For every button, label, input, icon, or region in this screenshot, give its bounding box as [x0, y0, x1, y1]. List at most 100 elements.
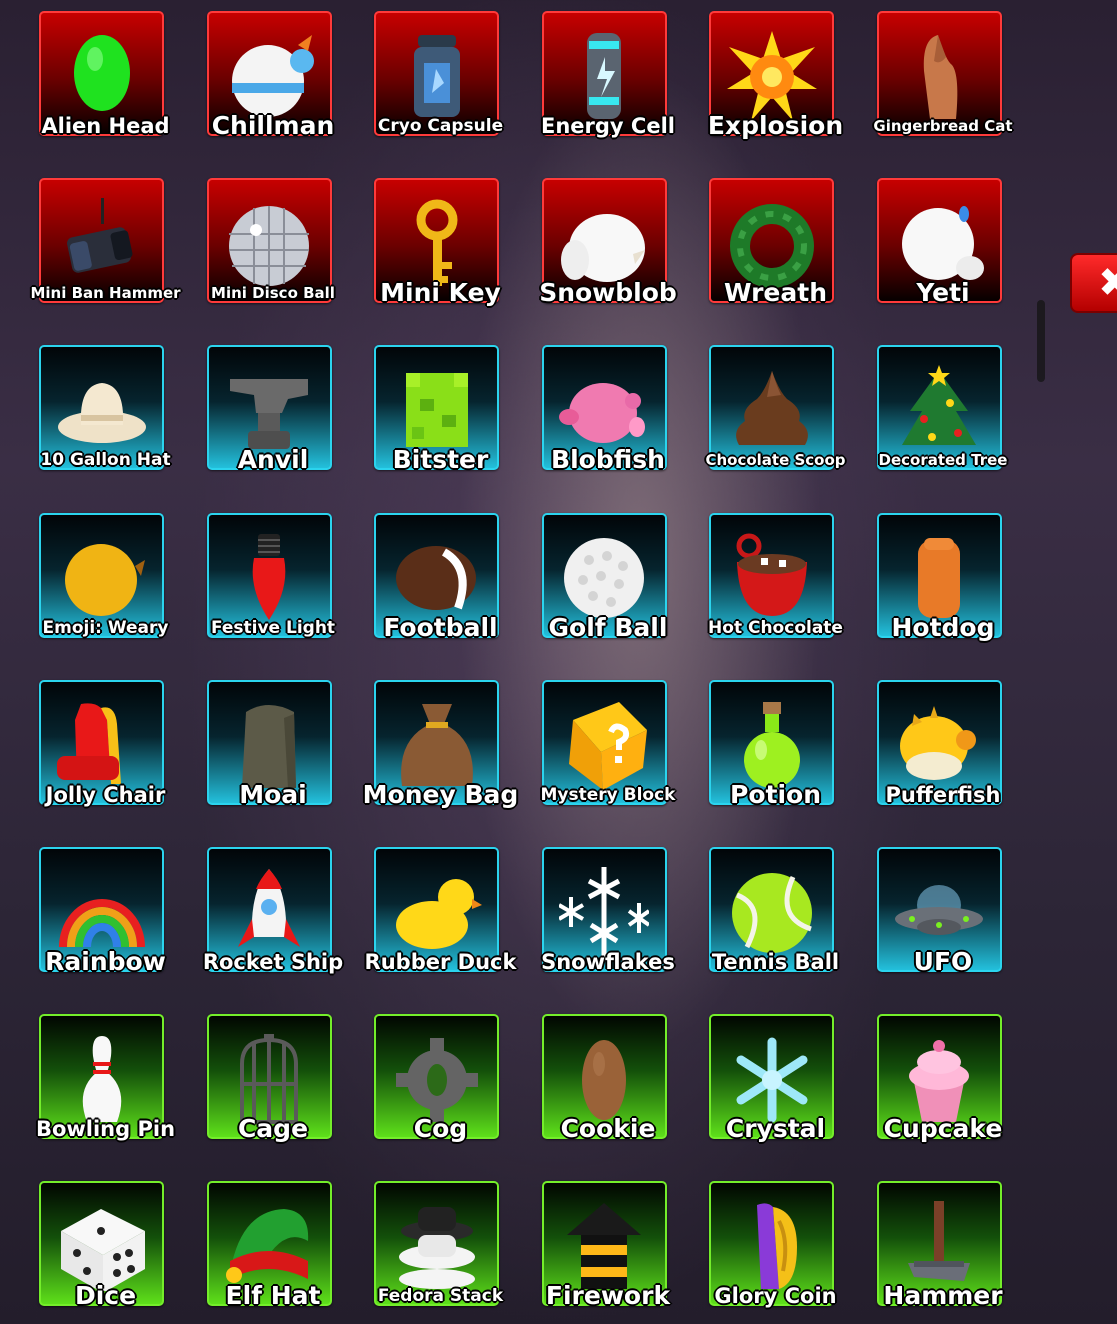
item-label: Festive Light	[210, 617, 336, 638]
item-label: Snowflakes	[541, 949, 675, 974]
item-label: Cage	[237, 1114, 309, 1144]
item-cell[interactable]: Cookie	[525, 1012, 692, 1179]
item-cell[interactable]: Mini Disco Ball	[190, 176, 357, 343]
item-cell[interactable]: Festive Light	[190, 511, 357, 678]
item-label: Decorated Tree	[878, 451, 1008, 470]
item-cell[interactable]: Gingerbread Cat	[860, 9, 1027, 176]
item-cell[interactable]: UFO	[860, 845, 1027, 1012]
item-label: Cog	[413, 1114, 468, 1144]
item-cell[interactable]: Hammer	[860, 1179, 1027, 1324]
item-cell[interactable]: Mini Key	[357, 176, 524, 343]
item-cell[interactable]: Snowblob	[525, 176, 692, 343]
item-label: Rainbow	[45, 946, 166, 976]
item-label: Money Bag	[362, 779, 519, 809]
item-label: Dice	[74, 1281, 137, 1311]
item-label: 10 Gallon Hat	[40, 450, 171, 471]
item-label: Crystal	[725, 1114, 826, 1144]
item-label: Hotdog	[891, 612, 995, 642]
item-cell[interactable]: Hot Chocolate	[692, 511, 859, 678]
item-grid: Alien Head Chillman Cryo Capsule Energy Cel…	[22, 9, 1027, 1324]
item-cell[interactable]: Wreath	[692, 176, 859, 343]
item-cell[interactable]: Explosion	[692, 9, 859, 176]
item-label: Yeti	[916, 278, 970, 308]
item-label: Chocolate Scoop	[705, 451, 846, 470]
item-cell[interactable]: Cryo Capsule	[357, 9, 524, 176]
item-cell[interactable]: Cage	[190, 1012, 357, 1179]
item-cell[interactable]: Rubber Duck	[357, 845, 524, 1012]
item-label: Anvil	[237, 445, 309, 475]
item-cell[interactable]: Snowflakes	[525, 845, 692, 1012]
item-cell[interactable]: Money Bag	[357, 678, 524, 845]
item-cell[interactable]: Cupcake	[860, 1012, 1027, 1179]
item-label: Glory Coin	[714, 1284, 837, 1309]
item-cell[interactable]: Anvil	[190, 343, 357, 510]
item-cell[interactable]: Tennis Ball	[692, 845, 859, 1012]
item-cell[interactable]: Crystal	[692, 1012, 859, 1179]
item-cell[interactable]: Potion	[692, 678, 859, 845]
item-label: Rubber Duck	[364, 949, 517, 974]
item-label: Potion	[730, 779, 821, 809]
item-label: Hammer	[883, 1281, 1003, 1311]
item-label: Alien Head	[41, 114, 170, 138]
item-label: Rocket Ship	[202, 949, 344, 974]
item-label: Snowblob	[539, 278, 677, 308]
item-cell[interactable]: Alien Head	[22, 9, 189, 176]
item-cell[interactable]: Glory Coin	[692, 1179, 859, 1324]
item-cell[interactable]: Chillman	[190, 9, 357, 176]
item-cell[interactable]: Rainbow	[22, 845, 189, 1012]
item-label: Gingerbread Cat	[873, 117, 1013, 135]
item-label: Golf Ball	[548, 612, 668, 642]
item-cell[interactable]: Decorated Tree	[860, 343, 1027, 510]
item-cell[interactable]: Dice	[22, 1179, 189, 1324]
item-label: UFO	[913, 946, 973, 976]
item-cell[interactable]: Jolly Chair	[22, 678, 189, 845]
item-cell[interactable]: Yeti	[860, 176, 1027, 343]
item-cell[interactable]: Rocket Ship	[190, 845, 357, 1012]
close-button[interactable]: ✖	[1070, 253, 1117, 313]
item-cell[interactable]: Bitster	[357, 343, 524, 510]
item-label: Explosion	[707, 111, 844, 140]
item-label: Bitster	[392, 445, 489, 475]
item-label: Emoji: Weary	[42, 617, 169, 638]
item-cell[interactable]: Mini Ban Hammer	[22, 176, 189, 343]
item-label: Cupcake	[883, 1114, 1003, 1144]
item-label: Cookie	[560, 1114, 656, 1144]
item-label: Bowling Pin	[35, 1117, 176, 1142]
item-cell[interactable]: 10 Gallon Hat	[22, 343, 189, 510]
item-cell[interactable]: Emoji: Weary	[22, 511, 189, 678]
item-label: Energy Cell	[541, 114, 675, 138]
item-label: Pufferfish	[885, 782, 1001, 807]
item-label: Moai	[239, 779, 307, 809]
item-cell[interactable]: Pufferfish	[860, 678, 1027, 845]
item-cell[interactable]: Energy Cell	[525, 9, 692, 176]
item-cell[interactable]: Elf Hat	[190, 1179, 357, 1324]
item-label: Mystery Block	[540, 784, 676, 805]
item-label: Firework	[545, 1281, 671, 1311]
item-cell[interactable]: Fedora Stack	[357, 1179, 524, 1324]
item-label: Mini Ban Hammer	[30, 284, 181, 303]
item-cell[interactable]: Hotdog	[860, 511, 1027, 678]
item-label: Mini Key	[380, 278, 501, 308]
close-icon: ✖	[1098, 260, 1117, 306]
item-cell[interactable]: Bowling Pin	[22, 1012, 189, 1179]
item-cell[interactable]: Mystery Block	[525, 678, 692, 845]
item-label: Hot Chocolate	[708, 617, 843, 638]
item-label: Blobfish	[551, 445, 665, 475]
item-label: Chillman	[211, 111, 335, 140]
item-label: Tennis Ball	[711, 949, 840, 974]
item-cell[interactable]: Moai	[190, 678, 357, 845]
item-label: Elf Hat	[225, 1281, 321, 1311]
item-label: Mini Disco Ball	[211, 284, 335, 303]
item-label: Fedora Stack	[377, 1286, 504, 1307]
item-cell[interactable]: Golf Ball	[525, 511, 692, 678]
item-cell[interactable]: Chocolate Scoop	[692, 343, 859, 510]
item-cell[interactable]: Blobfish	[525, 343, 692, 510]
scrollbar[interactable]	[1037, 300, 1045, 382]
item-cell[interactable]: Football	[357, 511, 524, 678]
item-label: Cryo Capsule	[377, 116, 504, 136]
item-cell[interactable]: Firework	[525, 1179, 692, 1324]
item-cell[interactable]: Cog	[357, 1012, 524, 1179]
item-label: Wreath	[723, 278, 828, 308]
item-label: Football	[383, 612, 498, 642]
item-label: Jolly Chair	[45, 782, 166, 807]
